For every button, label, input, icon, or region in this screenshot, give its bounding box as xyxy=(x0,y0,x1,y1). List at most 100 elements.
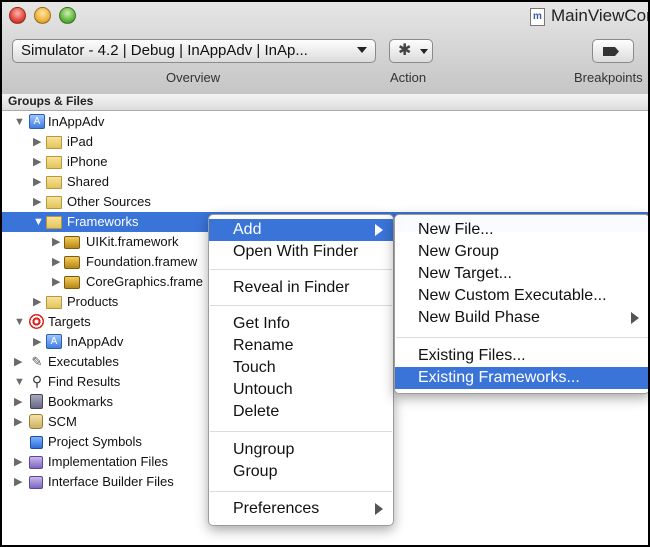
framework-icon xyxy=(64,256,80,269)
folder-icon xyxy=(46,176,62,189)
menu-item-label: Get Info xyxy=(233,315,290,332)
menu-item-preferences[interactable]: Preferences xyxy=(209,498,393,520)
menu-item-group[interactable]: Group xyxy=(209,461,393,483)
menu-item-label: Group xyxy=(233,463,278,480)
tree-item-label: InAppAdv xyxy=(48,114,105,129)
document-icon: m xyxy=(530,8,545,26)
add-submenu: New File... New Group New Target... New … xyxy=(394,214,648,394)
menu-item-label: Ungroup xyxy=(233,441,295,458)
framework-icon xyxy=(64,276,80,289)
menu-item-existing-frameworks[interactable]: Existing Frameworks... xyxy=(395,367,648,389)
menu-item-untouch[interactable]: Untouch xyxy=(209,379,393,401)
menu-item-ungroup[interactable]: Ungroup xyxy=(209,439,393,461)
symbols-icon xyxy=(30,436,43,449)
overview-scheme-popup[interactable]: Simulator - 4.2 | Debug | InAppAdv | InA… xyxy=(12,39,376,63)
folder-icon xyxy=(46,156,62,169)
tree-item-label: UIKit.framework xyxy=(86,234,179,249)
menu-item-label: New Target... xyxy=(418,265,512,282)
menu-item-label: Reveal in Finder xyxy=(233,279,350,296)
tree-item-label: InAppAdv xyxy=(67,334,124,349)
menu-separator xyxy=(210,269,392,270)
menu-item-label: Preferences xyxy=(233,500,320,517)
tree-item-other-sources[interactable]: ▶ Other Sources xyxy=(2,192,648,212)
zoom-window-button[interactable] xyxy=(59,7,76,24)
menu-separator xyxy=(210,491,392,492)
menu-item-reveal-in-finder[interactable]: Reveal in Finder xyxy=(209,277,393,299)
tree-item-project[interactable]: ▼ A InAppAdv xyxy=(2,112,648,132)
menu-item-new-target[interactable]: New Target... xyxy=(395,263,648,285)
menu-item-delete[interactable]: Delete xyxy=(209,401,393,423)
disclosure-open-icon: ▼ xyxy=(33,216,44,228)
submenu-arrow-icon xyxy=(375,224,383,236)
disclosure-closed-icon: ▶ xyxy=(52,276,61,288)
bookmark-icon xyxy=(30,394,43,409)
menu-item-touch[interactable]: Touch xyxy=(209,357,393,379)
gear-icon: ✱ xyxy=(398,42,412,59)
disclosure-closed-icon: ▶ xyxy=(14,476,23,488)
disclosure-closed-icon: ▶ xyxy=(33,156,42,168)
tree-item-label: Products xyxy=(67,294,119,309)
menu-item-existing-files[interactable]: Existing Files... xyxy=(395,345,648,367)
folder-icon xyxy=(46,216,62,229)
tree-item-label: Executables xyxy=(48,354,119,369)
chevron-down-icon xyxy=(357,47,367,53)
menu-item-open-with-finder[interactable]: Open With Finder xyxy=(209,241,393,263)
tree-item-label: Shared xyxy=(67,174,109,189)
menu-separator xyxy=(210,431,392,432)
smart-group-icon xyxy=(29,476,43,489)
menu-item-add[interactable]: Add xyxy=(209,219,393,241)
tree-item-label: Find Results xyxy=(48,374,121,389)
groups-and-files-header: Groups & Files xyxy=(2,94,648,111)
folder-icon xyxy=(46,136,62,149)
disclosure-closed-icon: ▶ xyxy=(52,236,61,248)
menu-item-new-group[interactable]: New Group xyxy=(395,241,648,263)
menu-item-label: Delete xyxy=(233,403,280,420)
minimize-window-button[interactable] xyxy=(34,7,51,24)
scheme-label: Simulator - 4.2 | Debug | InAppAdv | InA… xyxy=(21,42,308,59)
disclosure-closed-icon: ▶ xyxy=(52,256,61,268)
window-title: MainViewCor xyxy=(551,6,648,25)
menu-item-new-custom-executable[interactable]: New Custom Executable... xyxy=(395,285,648,307)
tree-item-iphone[interactable]: ▶ iPhone xyxy=(2,152,648,172)
tree-item-label: iPhone xyxy=(67,154,108,169)
menu-item-rename[interactable]: Rename xyxy=(209,335,393,357)
tree-item-label: SCM xyxy=(48,414,77,429)
scm-repository-icon xyxy=(29,414,43,429)
xcode-window: m MainViewCor Simulator - 4.2 | Debug | … xyxy=(2,2,648,545)
menu-item-label: Existing Frameworks... xyxy=(418,369,580,386)
menu-item-new-build-phase[interactable]: New Build Phase xyxy=(395,307,648,329)
menu-item-get-info[interactable]: Get Info xyxy=(209,313,393,335)
folder-icon xyxy=(46,296,62,309)
menu-item-label: Open With Finder xyxy=(233,243,359,260)
tree-item-label: Other Sources xyxy=(67,194,151,209)
breakpoints-button[interactable] xyxy=(592,39,634,63)
action-button[interactable]: ✱ xyxy=(389,39,433,63)
groups-header-label: Groups & Files xyxy=(8,94,94,108)
overview-label: Overview xyxy=(166,70,221,85)
menu-item-label: Untouch xyxy=(233,381,293,398)
disclosure-closed-icon: ▶ xyxy=(33,136,42,148)
menu-item-label: Rename xyxy=(233,337,294,354)
context-menu: Add Open With Finder Reveal in Finder Ge… xyxy=(208,214,394,526)
menu-item-label: New Build Phase xyxy=(418,309,540,326)
disclosure-open-icon: ▼ xyxy=(14,116,25,128)
close-window-button[interactable] xyxy=(9,7,26,24)
tree-item-label: Interface Builder Files xyxy=(48,474,174,489)
chevron-down-icon xyxy=(420,49,428,54)
breakpoints-label: Breakpoints xyxy=(574,70,643,85)
tree-item-label: Foundation.framew xyxy=(86,254,198,269)
menu-item-label: New Group xyxy=(418,243,499,260)
menu-item-new-file[interactable]: New File... xyxy=(395,219,648,241)
tree-item-label: iPad xyxy=(67,134,94,149)
tree-item-label: CoreGraphics.frame xyxy=(86,274,204,289)
tree-item-label: Implementation Files xyxy=(48,454,168,469)
application-target-icon: A xyxy=(46,334,62,349)
disclosure-open-icon: ▼ xyxy=(14,376,25,388)
executable-icon: ✎ xyxy=(31,354,43,369)
tree-item-label: Targets xyxy=(48,314,91,329)
tree-item-ipad[interactable]: ▶ iPad xyxy=(2,132,648,152)
disclosure-closed-icon: ▶ xyxy=(33,296,42,308)
disclosure-closed-icon: ▶ xyxy=(33,336,42,348)
action-label: Action xyxy=(390,70,427,85)
tree-item-shared[interactable]: ▶ Shared xyxy=(2,172,648,192)
